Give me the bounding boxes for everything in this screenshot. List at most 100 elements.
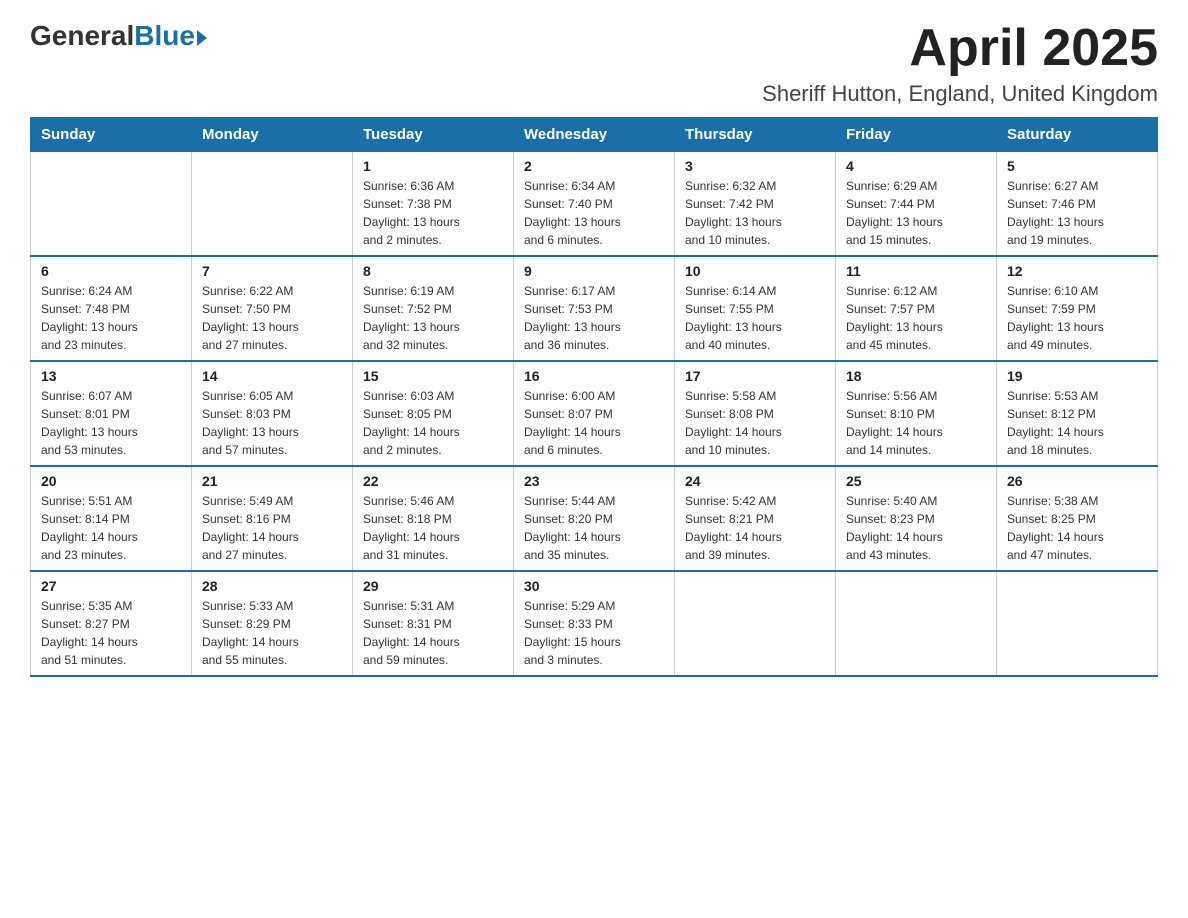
weekday-header-friday: Friday [836, 118, 997, 152]
day-number: 17 [685, 368, 825, 384]
day-number: 11 [846, 263, 986, 279]
day-number: 3 [685, 158, 825, 174]
day-number: 22 [363, 473, 503, 489]
calendar-cell: 30 Sunrise: 5:29 AM Sunset: 8:33 PM Dayli… [514, 571, 675, 676]
day-info: Sunrise: 6:36 AM Sunset: 7:38 PM Dayligh… [363, 177, 503, 249]
day-info: Sunrise: 5:51 AM Sunset: 8:14 PM Dayligh… [41, 492, 181, 564]
calendar-cell: 13 Sunrise: 6:07 AM Sunset: 8:01 PM Dayli… [31, 361, 192, 466]
day-info: Sunrise: 6:22 AM Sunset: 7:50 PM Dayligh… [202, 282, 342, 354]
day-number: 5 [1007, 158, 1147, 174]
day-number: 8 [363, 263, 503, 279]
day-number: 30 [524, 578, 664, 594]
day-number: 1 [363, 158, 503, 174]
day-number: 24 [685, 473, 825, 489]
day-info: Sunrise: 6:24 AM Sunset: 7:48 PM Dayligh… [41, 282, 181, 354]
day-number: 2 [524, 158, 664, 174]
day-info: Sunrise: 6:34 AM Sunset: 7:40 PM Dayligh… [524, 177, 664, 249]
weekday-header-thursday: Thursday [675, 118, 836, 152]
calendar-cell [997, 571, 1158, 676]
day-number: 14 [202, 368, 342, 384]
calendar-cell: 2 Sunrise: 6:34 AM Sunset: 7:40 PM Daylig… [514, 152, 675, 257]
calendar-table: SundayMondayTuesdayWednesdayThursdayFrid… [30, 117, 1158, 677]
day-number: 16 [524, 368, 664, 384]
day-info: Sunrise: 6:10 AM Sunset: 7:59 PM Dayligh… [1007, 282, 1147, 354]
calendar-cell [836, 571, 997, 676]
calendar-cell: 24 Sunrise: 5:42 AM Sunset: 8:21 PM Dayli… [675, 466, 836, 571]
day-info: Sunrise: 5:29 AM Sunset: 8:33 PM Dayligh… [524, 597, 664, 669]
calendar-cell: 10 Sunrise: 6:14 AM Sunset: 7:55 PM Dayli… [675, 256, 836, 361]
day-info: Sunrise: 5:56 AM Sunset: 8:10 PM Dayligh… [846, 387, 986, 459]
day-info: Sunrise: 6:14 AM Sunset: 7:55 PM Dayligh… [685, 282, 825, 354]
day-info: Sunrise: 6:32 AM Sunset: 7:42 PM Dayligh… [685, 177, 825, 249]
day-number: 23 [524, 473, 664, 489]
day-number: 7 [202, 263, 342, 279]
day-info: Sunrise: 5:58 AM Sunset: 8:08 PM Dayligh… [685, 387, 825, 459]
calendar-cell: 11 Sunrise: 6:12 AM Sunset: 7:57 PM Dayli… [836, 256, 997, 361]
weekday-header-row: SundayMondayTuesdayWednesdayThursdayFrid… [31, 118, 1158, 152]
weekday-header-saturday: Saturday [997, 118, 1158, 152]
day-number: 6 [41, 263, 181, 279]
day-info: Sunrise: 6:03 AM Sunset: 8:05 PM Dayligh… [363, 387, 503, 459]
day-info: Sunrise: 6:00 AM Sunset: 8:07 PM Dayligh… [524, 387, 664, 459]
day-info: Sunrise: 5:44 AM Sunset: 8:20 PM Dayligh… [524, 492, 664, 564]
calendar-cell: 12 Sunrise: 6:10 AM Sunset: 7:59 PM Dayli… [997, 256, 1158, 361]
day-number: 15 [363, 368, 503, 384]
day-number: 13 [41, 368, 181, 384]
calendar-cell: 16 Sunrise: 6:00 AM Sunset: 8:07 PM Dayli… [514, 361, 675, 466]
day-info: Sunrise: 6:17 AM Sunset: 7:53 PM Dayligh… [524, 282, 664, 354]
day-number: 4 [846, 158, 986, 174]
day-info: Sunrise: 6:19 AM Sunset: 7:52 PM Dayligh… [363, 282, 503, 354]
calendar-week-row: 13 Sunrise: 6:07 AM Sunset: 8:01 PM Dayli… [31, 361, 1158, 466]
calendar-cell: 21Sunrise: 5:49 AM Sunset: 8:16 PM Dayli… [192, 466, 353, 571]
calendar-week-row: 27Sunrise: 5:35 AM Sunset: 8:27 PM Dayli… [31, 571, 1158, 676]
calendar-cell: 6 Sunrise: 6:24 AM Sunset: 7:48 PM Daylig… [31, 256, 192, 361]
calendar-cell: 3 Sunrise: 6:32 AM Sunset: 7:42 PM Daylig… [675, 152, 836, 257]
location-title: Sheriff Hutton, England, United Kingdom [762, 81, 1158, 107]
day-number: 18 [846, 368, 986, 384]
calendar-week-row: 1 Sunrise: 6:36 AM Sunset: 7:38 PM Daylig… [31, 152, 1158, 257]
calendar-cell: 5Sunrise: 6:27 AM Sunset: 7:46 PM Daylig… [997, 152, 1158, 257]
logo: General Blue [30, 20, 207, 52]
calendar-cell: 27Sunrise: 5:35 AM Sunset: 8:27 PM Dayli… [31, 571, 192, 676]
logo-general-text: General [30, 20, 134, 52]
logo-blue-text: Blue [134, 20, 195, 52]
calendar-week-row: 20Sunrise: 5:51 AM Sunset: 8:14 PM Dayli… [31, 466, 1158, 571]
calendar-cell: 15 Sunrise: 6:03 AM Sunset: 8:05 PM Dayli… [353, 361, 514, 466]
weekday-header-wednesday: Wednesday [514, 118, 675, 152]
day-info: Sunrise: 5:40 AM Sunset: 8:23 PM Dayligh… [846, 492, 986, 564]
calendar-cell: 19Sunrise: 5:53 AM Sunset: 8:12 PM Dayli… [997, 361, 1158, 466]
calendar-cell: 18 Sunrise: 5:56 AM Sunset: 8:10 PM Dayli… [836, 361, 997, 466]
day-number: 25 [846, 473, 986, 489]
calendar-cell: 29 Sunrise: 5:31 AM Sunset: 8:31 PM Dayli… [353, 571, 514, 676]
weekday-header-tuesday: Tuesday [353, 118, 514, 152]
day-info: Sunrise: 5:31 AM Sunset: 8:31 PM Dayligh… [363, 597, 503, 669]
day-number: 10 [685, 263, 825, 279]
day-info: Sunrise: 5:46 AM Sunset: 8:18 PM Dayligh… [363, 492, 503, 564]
weekday-header-sunday: Sunday [31, 118, 192, 152]
calendar-cell: 20Sunrise: 5:51 AM Sunset: 8:14 PM Dayli… [31, 466, 192, 571]
title-area: April 2025 Sheriff Hutton, England, Unit… [762, 20, 1158, 107]
calendar-cell: 28 Sunrise: 5:33 AM Sunset: 8:29 PM Dayli… [192, 571, 353, 676]
day-number: 29 [363, 578, 503, 594]
calendar-cell: 22 Sunrise: 5:46 AM Sunset: 8:18 PM Dayli… [353, 466, 514, 571]
calendar-cell: 26Sunrise: 5:38 AM Sunset: 8:25 PM Dayli… [997, 466, 1158, 571]
calendar-week-row: 6 Sunrise: 6:24 AM Sunset: 7:48 PM Daylig… [31, 256, 1158, 361]
page-header: General Blue April 2025 Sheriff Hutton, … [30, 20, 1158, 107]
calendar-cell: 14 Sunrise: 6:05 AM Sunset: 8:03 PM Dayli… [192, 361, 353, 466]
day-info: Sunrise: 5:42 AM Sunset: 8:21 PM Dayligh… [685, 492, 825, 564]
calendar-cell [675, 571, 836, 676]
calendar-cell: 25 Sunrise: 5:40 AM Sunset: 8:23 PM Dayli… [836, 466, 997, 571]
day-info: Sunrise: 5:49 AM Sunset: 8:16 PM Dayligh… [202, 492, 342, 564]
calendar-cell: 7 Sunrise: 6:22 AM Sunset: 7:50 PM Daylig… [192, 256, 353, 361]
weekday-header-monday: Monday [192, 118, 353, 152]
day-info: Sunrise: 6:05 AM Sunset: 8:03 PM Dayligh… [202, 387, 342, 459]
day-info: Sunrise: 5:35 AM Sunset: 8:27 PM Dayligh… [41, 597, 181, 669]
day-number: 12 [1007, 263, 1147, 279]
day-info: Sunrise: 5:33 AM Sunset: 8:29 PM Dayligh… [202, 597, 342, 669]
day-info: Sunrise: 6:07 AM Sunset: 8:01 PM Dayligh… [41, 387, 181, 459]
day-number: 9 [524, 263, 664, 279]
calendar-cell: 23 Sunrise: 5:44 AM Sunset: 8:20 PM Dayli… [514, 466, 675, 571]
logo-arrow-icon [197, 30, 207, 46]
day-number: 28 [202, 578, 342, 594]
day-info: Sunrise: 6:12 AM Sunset: 7:57 PM Dayligh… [846, 282, 986, 354]
